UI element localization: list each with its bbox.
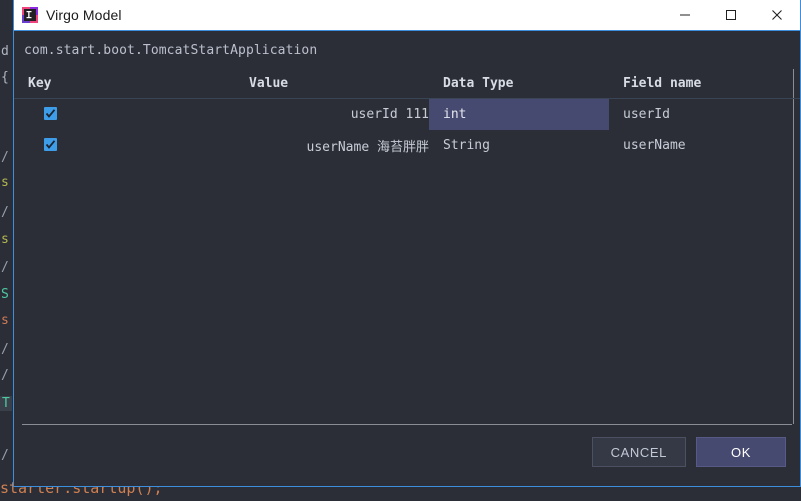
row-field-name-cell[interactable]: userId — [609, 107, 774, 122]
package-path-label: com.start.boot.TomcatStartApplication — [14, 31, 800, 69]
code-fragment: d — [1, 44, 9, 59]
cancel-button[interactable]: CANCEL — [592, 437, 686, 467]
code-fragment: T — [0, 396, 12, 411]
code-fragment: s — [1, 175, 9, 190]
column-header-field-name[interactable]: Field name — [609, 76, 774, 91]
code-fragment: S — [1, 287, 9, 302]
row-value-cell[interactable]: userName 海苔胖胖 — [249, 136, 429, 155]
intellij-logo-icon — [22, 7, 38, 23]
row-value-cell[interactable]: userId 111 — [249, 107, 429, 122]
table-row[interactable]: userName 海苔胖胖 String userName — [14, 130, 800, 161]
virgo-model-dialog: Virgo Model com.start.boot.TomcatStartAp — [13, 0, 801, 487]
code-fragment: s — [1, 313, 9, 328]
code-fragment: s — [1, 232, 9, 247]
maximize-icon[interactable] — [708, 0, 754, 30]
column-header-value[interactable]: Value — [249, 76, 429, 91]
value-text: 海苔胖胖 — [377, 140, 429, 155]
value-text: 111 — [406, 107, 429, 122]
row-checkbox-cell — [14, 105, 249, 124]
code-fragment: / — [1, 260, 9, 275]
column-header-key[interactable]: Key — [14, 76, 249, 91]
code-fragment: / — [1, 150, 9, 165]
row-data-type-cell[interactable]: int — [429, 99, 609, 130]
row-data-type-cell[interactable]: String — [429, 130, 609, 161]
code-fragment: / — [1, 342, 9, 357]
row-checkbox[interactable] — [44, 107, 57, 120]
dialog-title-text: Virgo Model — [46, 7, 122, 23]
row-field-name-cell[interactable]: userName — [609, 138, 774, 153]
code-fragment: / — [1, 205, 9, 220]
dialog-title-bar[interactable]: Virgo Model — [14, 0, 800, 31]
value-key-label: userName — [307, 140, 370, 155]
code-fragment: / — [1, 448, 9, 463]
table-row[interactable]: userId 111 int userId — [14, 99, 800, 130]
dialog-button-bar: CANCEL OK — [14, 425, 800, 479]
column-header-data-type[interactable]: Data Type — [429, 76, 609, 91]
close-icon[interactable] — [754, 0, 800, 30]
code-fragment: / — [1, 368, 9, 383]
value-key-label: userId — [351, 107, 398, 122]
minimize-icon[interactable] — [662, 0, 708, 30]
window-controls — [662, 0, 800, 30]
row-checkbox-cell — [14, 136, 249, 155]
ok-button[interactable]: OK — [696, 437, 786, 467]
row-checkbox[interactable] — [44, 138, 57, 151]
code-fragment: { — [1, 70, 9, 85]
table-header-row: Key Value Data Type Field name — [14, 69, 800, 99]
model-table: Key Value Data Type Field name userId 11… — [14, 69, 800, 424]
